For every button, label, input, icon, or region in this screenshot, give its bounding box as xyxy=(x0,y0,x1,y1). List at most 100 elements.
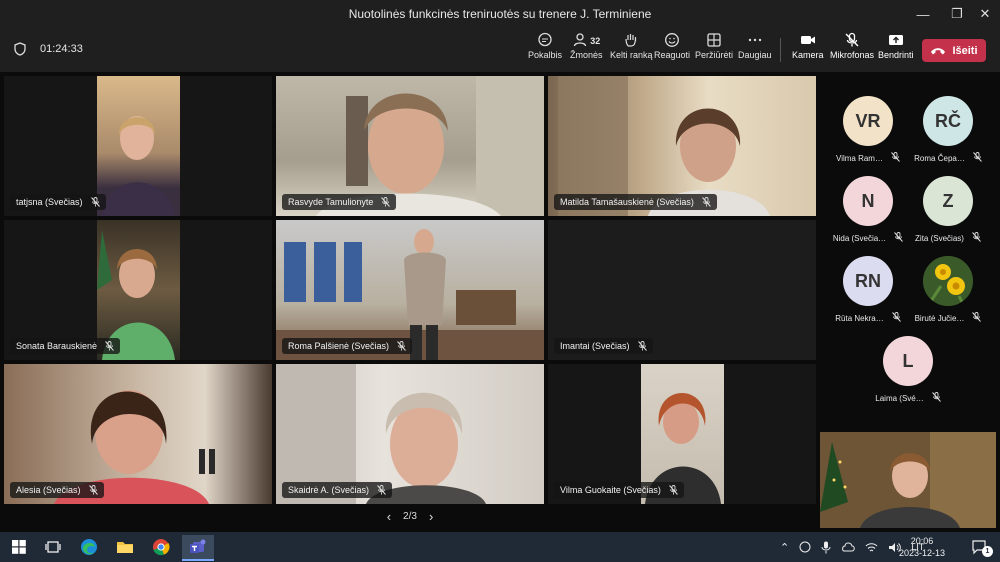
task-view-icon xyxy=(45,541,61,553)
avatar: Z xyxy=(923,176,973,226)
participants-count: 32 xyxy=(590,36,601,46)
participant-name: Nida (Svečia… xyxy=(832,233,887,243)
start-button[interactable] xyxy=(4,535,34,559)
minimize-button[interactable]: — xyxy=(906,0,940,28)
mic-off-icon xyxy=(972,152,982,164)
microphone-label: Mikrofonas xyxy=(830,50,875,60)
video-tile[interactable]: Imantai (Svečias) xyxy=(548,220,816,360)
close-button[interactable]: ✕ xyxy=(968,0,1000,28)
participant-name: Roma Palšienė (Svečias) xyxy=(288,341,390,351)
microphone-tray-icon[interactable] xyxy=(821,541,831,554)
teams-taskbar-button[interactable] xyxy=(182,535,214,561)
mic-off-icon xyxy=(397,341,406,351)
mic-off-icon xyxy=(845,32,859,47)
video-tile[interactable]: Rasvyde Tamulionyte xyxy=(276,76,544,216)
participant-avatar-item[interactable]: RN Rūta Nekra… xyxy=(828,256,908,328)
participant-avatar-item[interactable]: N Nida (Svečia… xyxy=(828,176,908,248)
mic-off-icon xyxy=(88,485,98,495)
video-grid: tatjsna (Svečias) Rasvyde Tamulionyte Ma… xyxy=(0,72,820,532)
chevron-up-icon[interactable]: ⌃ xyxy=(780,541,789,554)
avatar: N xyxy=(843,176,893,226)
edge-icon xyxy=(81,539,97,555)
file-explorer-taskbar-button[interactable] xyxy=(110,535,140,559)
video-tile[interactable]: Matilda Tamašauskienė (Svečias) xyxy=(548,76,816,216)
participant-avatar-item[interactable]: Z Zita (Svečias) xyxy=(908,176,988,248)
avatar: VR xyxy=(843,96,893,146)
chat-icon xyxy=(538,32,552,47)
avatar-photo xyxy=(923,256,973,306)
gallery-pager: ‹ 2/3 › xyxy=(0,505,820,527)
wifi-icon[interactable] xyxy=(865,542,878,553)
participant-name-chip: Alesia (Svečias) xyxy=(10,482,104,498)
edge-taskbar-button[interactable] xyxy=(74,535,104,559)
mic-off-icon xyxy=(90,197,100,207)
page-indicator: 2/3 xyxy=(403,510,417,522)
participant-name: Laima (Své… xyxy=(875,393,924,403)
teams-icon xyxy=(190,539,206,553)
smiley-icon xyxy=(665,33,679,47)
participant-avatar-item[interactable]: L Laima (Své… xyxy=(868,336,948,408)
meeting-timer: 01:24:33 xyxy=(40,43,83,55)
view-button[interactable]: Peržiūrėti xyxy=(695,32,733,70)
react-label: Reaguoti xyxy=(654,50,691,60)
avatar: RN xyxy=(843,256,893,306)
video-tile[interactable]: Alesia (Svečias) xyxy=(4,364,272,504)
chevron-left-icon[interactable]: ‹ xyxy=(387,509,391,524)
video-tile[interactable]: Vilma Guokaite (Svečias) xyxy=(548,364,816,504)
participant-name-chip: Sonata Barauskienė xyxy=(10,338,121,354)
more-icon xyxy=(748,38,761,42)
video-tile[interactable]: Skaidrė A. (Svečias) xyxy=(276,364,544,504)
react-button[interactable]: Reaguoti xyxy=(654,32,690,70)
self-video-preview[interactable] xyxy=(820,432,996,528)
participant-name: Birutė Jučie… xyxy=(914,313,965,323)
mic-off-icon xyxy=(381,197,391,207)
participant-avatar-item[interactable]: Birutė Jučie… xyxy=(908,256,988,328)
participant-name-chip: tatjsna (Svečias) xyxy=(10,194,106,210)
more-button[interactable]: Daugiau xyxy=(738,32,772,70)
share-button[interactable]: Bendrinti xyxy=(878,32,914,70)
shield-icon xyxy=(14,42,26,56)
task-view-button[interactable] xyxy=(38,535,68,559)
chevron-right-icon[interactable]: › xyxy=(429,509,433,524)
yellow-flower-icon xyxy=(923,256,973,306)
taskbar-clock[interactable]: 20:06 2023-12-13 xyxy=(898,535,946,559)
participant-name: Rasvyde Tamulionyte xyxy=(288,197,374,207)
people-icon xyxy=(574,33,587,47)
video-tile[interactable]: Roma Palšienė (Svečias) xyxy=(276,220,544,360)
mic-off-icon xyxy=(105,341,114,351)
avatar: L xyxy=(883,336,933,386)
participant-avatar-item[interactable]: VR Vilma Ram… xyxy=(828,96,908,168)
notification-center-button[interactable]: 1 xyxy=(964,535,994,559)
leave-button[interactable]: Išeiti xyxy=(922,39,986,62)
cloud-icon[interactable] xyxy=(841,542,855,552)
help-icon[interactable] xyxy=(799,541,811,553)
notification-badge: 1 xyxy=(982,546,993,557)
chrome-icon xyxy=(153,539,170,556)
share-icon xyxy=(888,35,903,45)
participant-name: Imantai (Svečias) xyxy=(560,341,630,351)
minimize-icon: — xyxy=(916,6,930,22)
leave-label: Išeiti xyxy=(952,44,978,57)
raise-hand-label: Kelti ranką xyxy=(610,50,653,60)
people-button[interactable]: 32 Žmonės xyxy=(570,32,603,70)
grid-view-icon xyxy=(707,33,721,47)
video-tile[interactable]: Sonata Barauskienė xyxy=(4,220,272,360)
chrome-taskbar-button[interactable] xyxy=(146,535,176,559)
chat-button[interactable]: Pokalbis xyxy=(528,32,562,70)
participant-name-chip: Matilda Tamašauskienė (Svečias) xyxy=(554,194,717,210)
participant-name-chip: Imantai (Svečias) xyxy=(554,338,653,354)
chat-label: Pokalbis xyxy=(528,50,563,60)
windows-taskbar: ⌃ LIT 20:06 2023-12-13 1 xyxy=(0,532,1000,562)
mic-off-icon xyxy=(931,392,941,404)
camera-label: Kamera xyxy=(792,50,824,60)
participant-name: Sonata Barauskienė xyxy=(16,341,98,351)
participant-name: tatjsna (Svečias) xyxy=(16,197,83,207)
raise-hand-button[interactable]: Kelti ranką xyxy=(610,32,653,70)
participant-avatar-item[interactable]: RČ Roma Čepa… xyxy=(908,96,988,168)
clock-time: 20:06 xyxy=(910,536,934,546)
video-tile[interactable]: tatjsna (Svečias) xyxy=(4,76,272,216)
self-video xyxy=(820,432,996,528)
microphone-button[interactable]: Mikrofonas xyxy=(830,32,874,70)
more-label: Daugiau xyxy=(738,50,772,60)
camera-button[interactable]: Kamera xyxy=(792,32,824,70)
